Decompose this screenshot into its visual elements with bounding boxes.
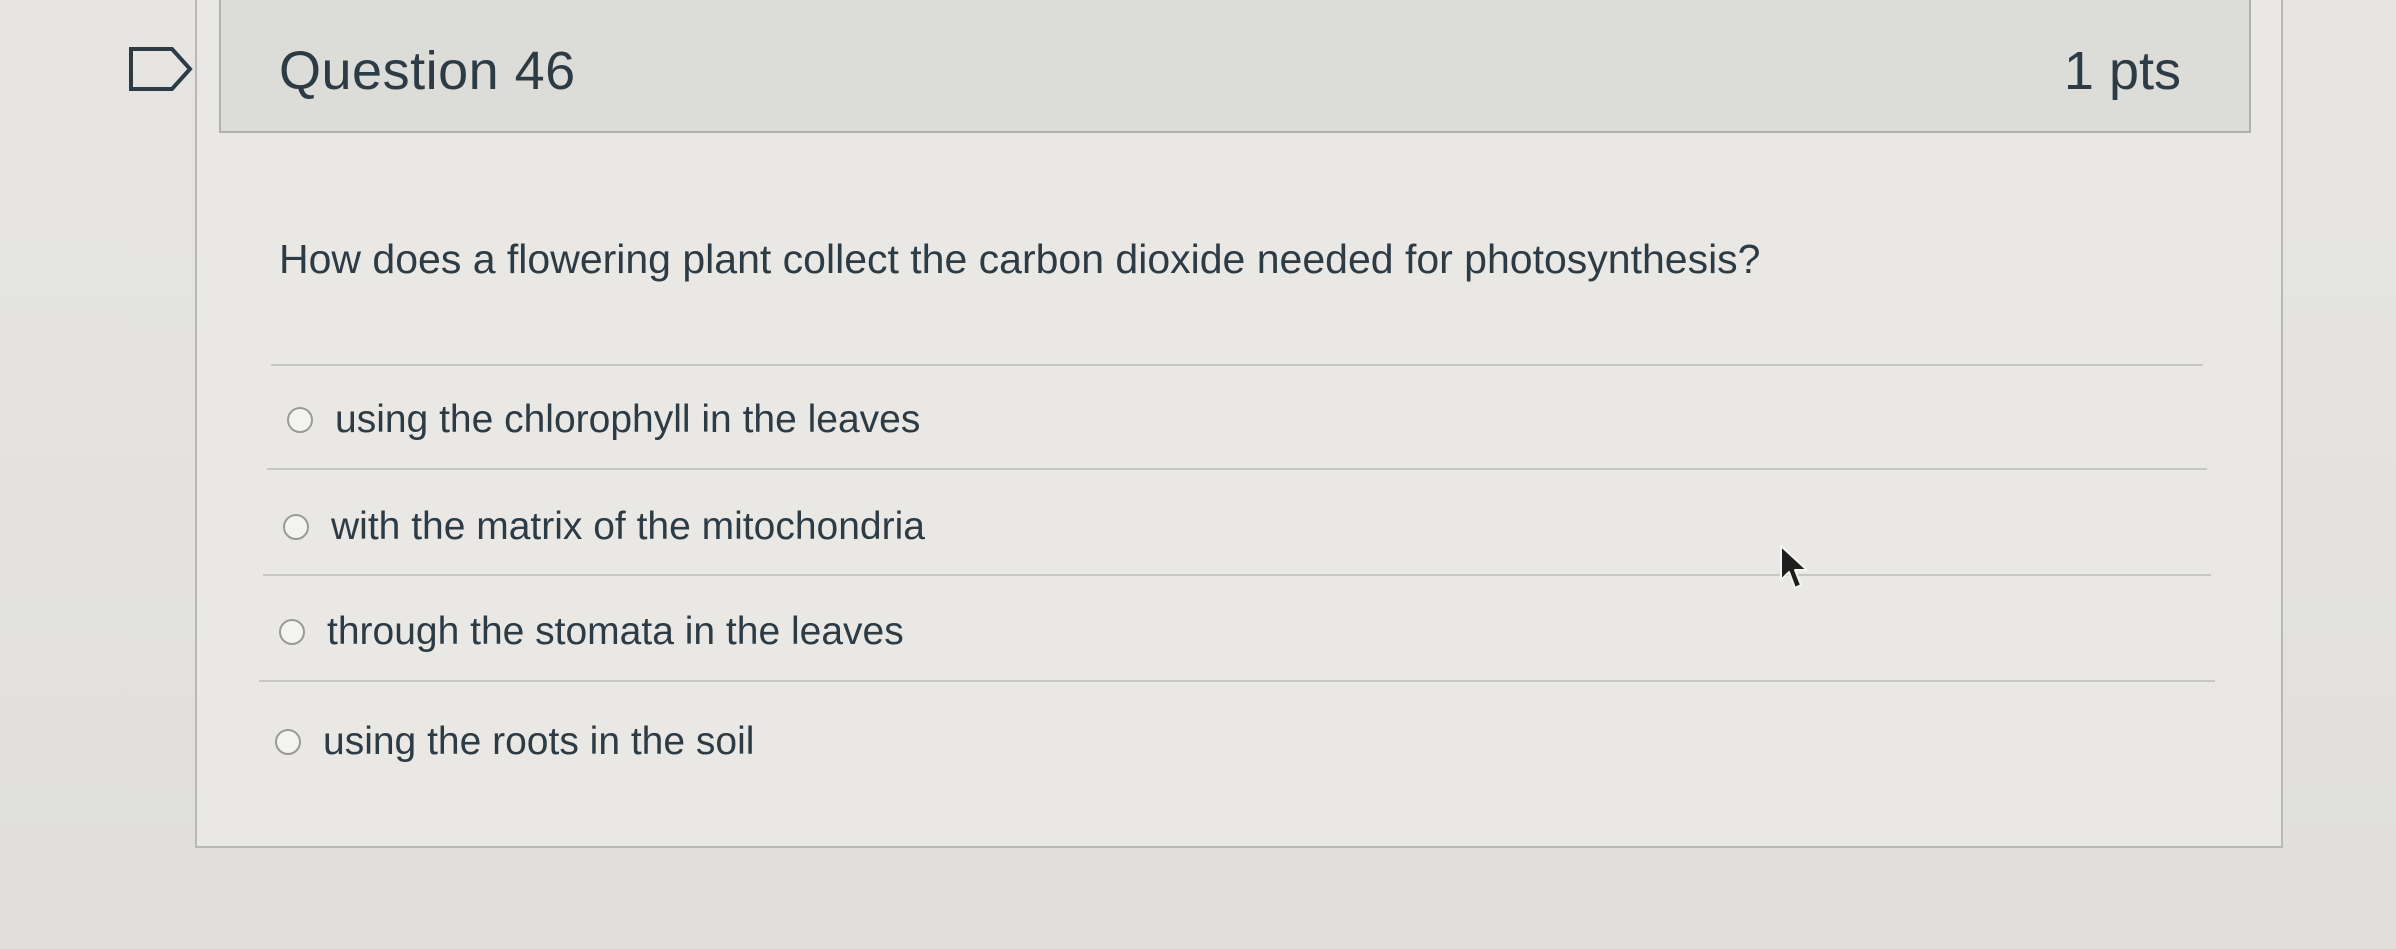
answer-option-2[interactable]: with the matrix of the mitochondria [283,505,925,549]
radio-button[interactable] [275,729,301,755]
radio-button[interactable] [287,407,313,433]
question-header: Question 46 1 pts [219,0,2251,133]
radio-button[interactable] [283,514,309,540]
question-points: 1 pts [2063,41,2181,101]
divider [271,364,2203,366]
mouse-pointer-icon [1780,545,1808,589]
question-text: How does a flowering plant collect the c… [279,236,1761,282]
divider [259,680,2215,682]
answer-label: with the matrix of the mitochondria [331,505,925,548]
radio-button[interactable] [279,619,305,645]
question-card: Question 46 1 pts How does a flowering p… [195,0,2283,848]
divider [263,574,2211,576]
answer-option-1[interactable]: using the chlorophyll in the leaves [287,398,920,442]
answer-label: using the chlorophyll in the leaves [335,398,921,441]
answer-label: through the stomata in the leaves [327,610,904,653]
answer-label: using the roots in the soil [323,720,755,763]
question-title: Question 46 [279,41,576,101]
quiz-page: Question 46 1 pts How does a flowering p… [0,0,2396,949]
answer-option-4[interactable]: using the roots in the soil [275,720,754,764]
answer-option-3[interactable]: through the stomata in the leaves [279,610,904,654]
bookmark-flag-icon[interactable] [128,46,194,92]
divider [267,468,2207,470]
